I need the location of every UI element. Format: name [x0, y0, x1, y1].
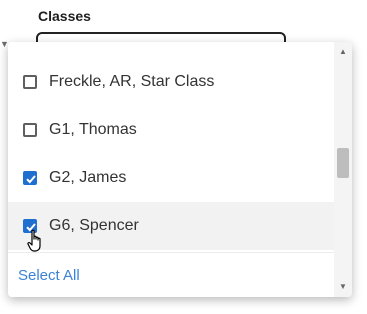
option-label: Freckle, AR, Star Class — [49, 73, 215, 90]
scrollbar-thumb[interactable] — [337, 148, 349, 178]
field-label: Classes — [38, 8, 91, 24]
classes-dropdown: Freckle, AR, Star Class G1, Thomas G2, J… — [8, 42, 352, 297]
option-g1-thomas[interactable]: G1, Thomas — [8, 106, 334, 154]
scrollbar[interactable]: ▲ ▼ — [334, 42, 352, 297]
option-g2-james[interactable]: G2, James — [8, 154, 334, 202]
option-g6-spencer[interactable]: G6, Spencer — [8, 202, 334, 250]
scroll-up-arrow-icon[interactable]: ▲ — [334, 44, 352, 60]
option-label: G2, James — [49, 169, 127, 186]
checkbox-checked[interactable] — [23, 171, 37, 185]
checkbox[interactable] — [23, 123, 37, 137]
hand-pointer-cursor-icon — [27, 229, 41, 252]
option-freckle-ar-star-class[interactable]: Freckle, AR, Star Class — [8, 58, 334, 106]
option-label: G1, Thomas — [49, 121, 137, 138]
checkbox[interactable] — [23, 75, 37, 89]
dropdown-footer: Select All — [8, 252, 334, 297]
scroll-down-arrow-icon[interactable]: ▼ — [334, 279, 352, 295]
checkmark-icon — [26, 175, 36, 184]
option-label: G6, Spencer — [49, 217, 139, 234]
select-all-link[interactable]: Select All — [18, 267, 80, 284]
